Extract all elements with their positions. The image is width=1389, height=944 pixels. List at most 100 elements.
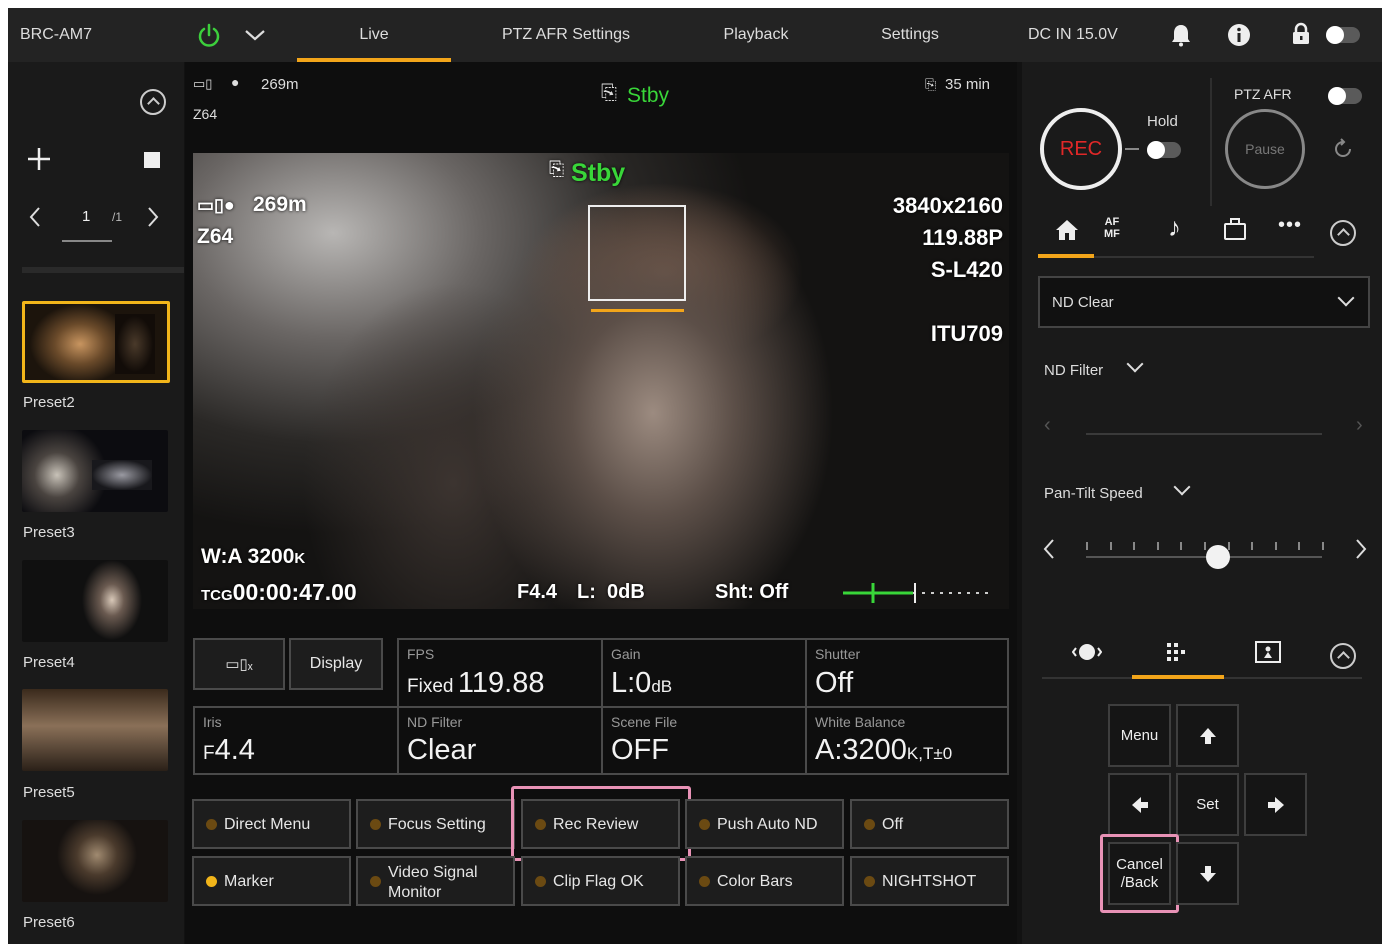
tab-playback[interactable]: Playback <box>706 8 806 62</box>
button-label: Clip Flag OK <box>553 873 644 890</box>
add-icon[interactable] <box>26 146 52 172</box>
info-icon[interactable] <box>1227 23 1251 47</box>
pause-button[interactable]: Pause <box>1225 109 1305 189</box>
more-icon[interactable]: ••• <box>1278 214 1302 237</box>
slider-tick <box>1156 542 1159 550</box>
ptz-afr-toggle[interactable] <box>1328 87 1362 105</box>
menu-grid-icon[interactable] <box>1164 640 1188 664</box>
face-detect-bar <box>591 309 684 312</box>
button-label: Video Signal Monitor <box>388 864 478 901</box>
direct-menu-button[interactable]: Direct Menu <box>192 799 351 849</box>
osd-clip: Z64 <box>197 225 234 248</box>
page-underline <box>62 240 112 242</box>
audio-icon[interactable]: ♪ <box>1168 212 1181 243</box>
preset-label: Preset2 <box>23 394 75 411</box>
tab-live[interactable]: Live <box>297 8 451 62</box>
preset-thumbnail-preset5[interactable] <box>22 689 168 771</box>
display-button[interactable]: Display <box>289 638 383 690</box>
pan-tilt-speed-label: Pan-Tilt Speed <box>1044 485 1143 502</box>
nd-dropdown[interactable]: ND Clear <box>1038 276 1370 328</box>
home-icon[interactable] <box>1054 218 1080 242</box>
bell-icon[interactable] <box>1170 23 1192 47</box>
gain-cell[interactable]: Gain L:0dB <box>601 638 807 708</box>
power-icon[interactable] <box>196 23 222 49</box>
preset-label: Preset4 <box>23 654 75 671</box>
down-arrow-button[interactable] <box>1176 842 1239 905</box>
set-button[interactable]: Set <box>1176 773 1239 836</box>
rec-button[interactable]: REC <box>1040 108 1122 190</box>
nd-dropdown-value: ND Clear <box>1052 294 1114 311</box>
nightshot-button[interactable]: NIGHTSHOT <box>850 856 1009 906</box>
collapse-up-icon[interactable] <box>1330 643 1356 669</box>
button-label: Push Auto ND <box>717 816 818 833</box>
pan-tilt-slider-thumb[interactable] <box>1206 545 1231 569</box>
chevron-left-icon[interactable] <box>1042 538 1056 560</box>
pan-tilt-slider[interactable] <box>1086 556 1322 558</box>
color-bars-button[interactable]: Color Bars <box>685 856 844 906</box>
live-monitor-panel: ▭▯ ● 269m Z64 ⎘ Stby ⎘ 35 min ⎘ Stby ▭▯●… <box>185 62 1017 944</box>
chevron-down-icon[interactable] <box>244 28 266 42</box>
preset-thumbnail-preset6[interactable] <box>22 820 168 902</box>
focus-setting-button[interactable]: Focus Setting <box>356 799 515 849</box>
scene-file-cell[interactable]: Scene File OFF <box>601 706 807 775</box>
nd-filter-label: ND Filter <box>407 714 463 730</box>
stop-icon[interactable] <box>144 152 160 168</box>
chevron-down-icon[interactable] <box>1126 355 1144 373</box>
dc-in-status: DC IN 15.0V <box>1028 26 1118 43</box>
remaining-header: 269m <box>261 76 299 93</box>
chevron-left-icon[interactable] <box>28 206 42 228</box>
lock-icon[interactable] <box>1290 22 1312 46</box>
up-arrow-button[interactable] <box>1176 704 1239 767</box>
white-balance-cell[interactable]: White Balance A:3200K,T±0 <box>805 706 1009 775</box>
camera-icon[interactable] <box>1222 216 1248 242</box>
chevron-right-icon[interactable] <box>146 206 160 228</box>
chevron-down-icon[interactable] <box>1173 478 1191 496</box>
media-format-button[interactable]: ▭▯ₓ <box>193 638 285 690</box>
refresh-icon[interactable] <box>1332 138 1354 160</box>
fps-cell[interactable]: FPS Fixed 119.88 <box>397 638 603 708</box>
hold-toggle[interactable] <box>1147 141 1181 159</box>
collapse-up-icon[interactable] <box>1330 220 1356 246</box>
chevron-right-icon[interactable]: › <box>1356 414 1363 437</box>
preset-thumbnail-preset4[interactable] <box>22 560 168 642</box>
off-button[interactable]: Off <box>850 799 1009 849</box>
clock-icon: ⎘ <box>925 76 937 92</box>
chevron-right-icon[interactable] <box>1354 538 1368 560</box>
shutter-value: Off <box>815 667 854 699</box>
tab-settings[interactable]: Settings <box>860 8 960 62</box>
control-panel: REC Hold PTZ AFR Pause AF MF ♪ ••• ND Cl… <box>1022 62 1382 944</box>
preset-sidebar: 1 /1 Preset2 Preset3 Preset4 Preset5 Pre… <box>8 62 184 944</box>
preset-label: Preset3 <box>23 524 75 541</box>
tracking-icon[interactable] <box>1254 640 1282 664</box>
push-auto-nd-button[interactable]: Push Auto ND <box>685 799 844 849</box>
osd-iris: F4.4 <box>517 581 558 603</box>
preset-thumbnail-preset3[interactable] <box>22 430 168 512</box>
tab-ptz-afr-settings[interactable]: PTZ AFR Settings <box>490 8 642 62</box>
slider-tick <box>1227 542 1230 550</box>
preset-thumbnail-preset2[interactable] <box>22 301 170 383</box>
af-mf-icon[interactable]: AF MF <box>1104 216 1120 240</box>
ptz-icon[interactable] <box>1072 640 1102 664</box>
lock-toggle[interactable] <box>1326 26 1360 44</box>
clip-flag-ok-button[interactable]: Clip Flag OK <box>521 856 680 906</box>
live-video-view[interactable]: ⎘ Stby ▭▯● 269m Z64 3840x2160 119.88P S-… <box>193 153 1009 609</box>
menu-button[interactable]: Menu <box>1108 704 1171 767</box>
arrow-down-icon <box>1199 865 1216 882</box>
right-arrow-button[interactable] <box>1244 773 1307 836</box>
video-signal-monitor-button[interactable]: Video Signal Monitor <box>356 856 515 906</box>
slider-tick <box>1133 542 1136 550</box>
chevron-left-icon[interactable]: ‹ <box>1044 414 1051 437</box>
marker-button[interactable]: Marker <box>192 856 351 906</box>
fps-mode: Fixed <box>407 676 454 697</box>
shutter-cell[interactable]: Shutter Off <box>805 638 1009 708</box>
hold-label: Hold <box>1147 113 1178 130</box>
slider-tick <box>1322 542 1324 550</box>
osd-shutter: Sht: Off <box>715 581 789 603</box>
collapse-up-icon[interactable] <box>140 89 166 115</box>
user-icon: ● <box>231 74 240 90</box>
iris-cell[interactable]: Iris F4.4 <box>193 706 399 775</box>
left-arrow-button[interactable] <box>1108 773 1171 836</box>
nd-filter-cell[interactable]: ND Filter Clear <box>397 706 603 775</box>
nd-filter-slider[interactable] <box>1086 433 1322 435</box>
fps-number: 119.88 <box>457 667 545 699</box>
